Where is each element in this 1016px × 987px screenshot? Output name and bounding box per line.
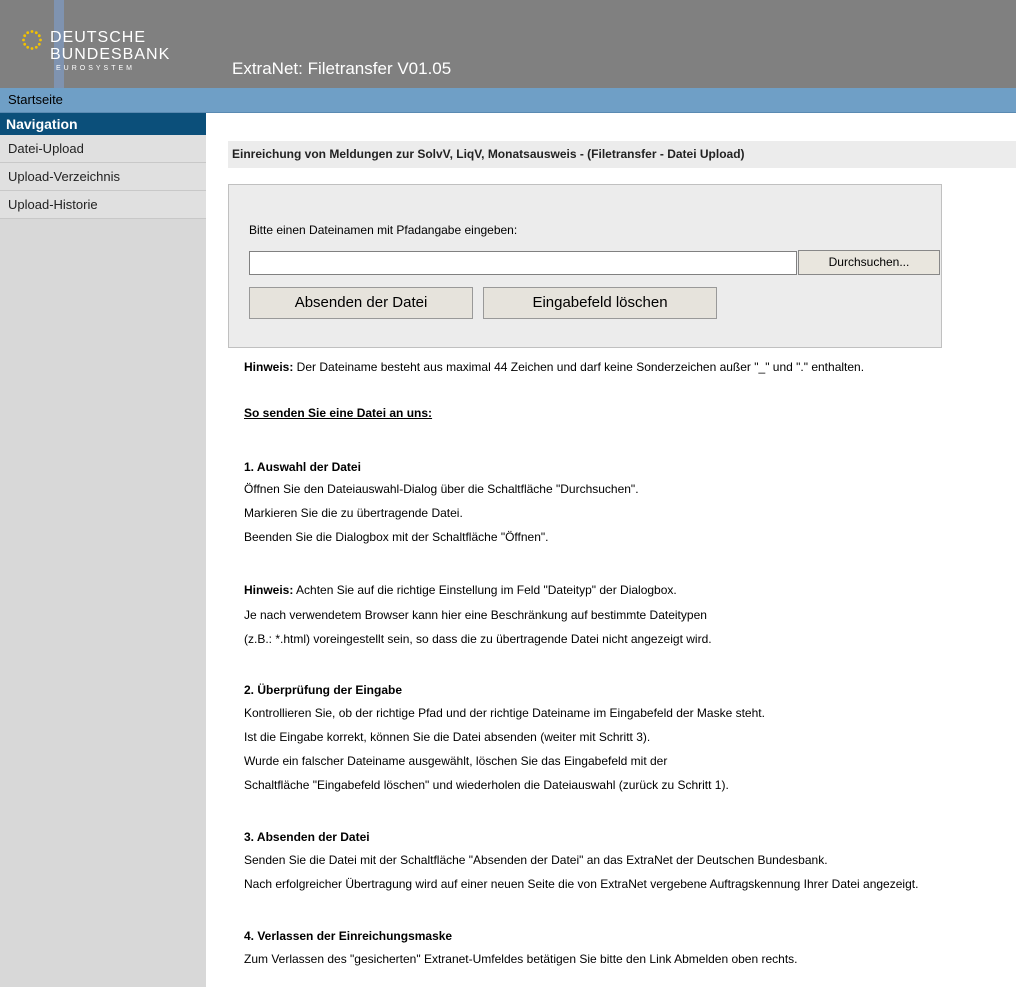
- step2-line: Schaltfläche "Eingabefeld löschen" und w…: [244, 778, 729, 792]
- hinweis-dateityp: Hinweis: Achten Sie auf die richtige Ein…: [244, 582, 677, 598]
- sidebar-item-upload-historie[interactable]: Upload-Historie: [0, 191, 206, 219]
- clear-input-button[interactable]: Eingabefeld löschen: [483, 287, 717, 319]
- step2-line: Wurde ein falscher Dateiname ausgewählt,…: [244, 754, 668, 768]
- step2-line: Ist die Eingabe korrekt, können Sie die …: [244, 730, 651, 744]
- main-content: Einreichung von Meldungen zur SolvV, Liq…: [228, 141, 1016, 966]
- step3-line: Nach erfolgreicher Übertragung wird auf …: [244, 877, 919, 891]
- step1-line: Öffnen Sie den Dateiauswahl-Dialog über …: [244, 482, 639, 496]
- startseite-link[interactable]: Startseite: [8, 92, 63, 107]
- sidebar-item-upload-verzeichnis[interactable]: Upload-Verzeichnis: [0, 163, 206, 191]
- page-title: Einreichung von Meldungen zur SolvV, Liq…: [228, 141, 1016, 168]
- hinweis-label: Hinweis:: [244, 360, 294, 374]
- bundesbank-logo: DEUTSCHE BUNDESBANK EUROSYSTEM: [0, 0, 206, 88]
- file-path-input[interactable]: [249, 251, 797, 275]
- logo-text-bundesbank: BUNDESBANK: [50, 46, 171, 63]
- file-input-label: Bitte einen Dateinamen mit Pfadangabe ei…: [249, 223, 518, 237]
- hinweis-line: Je nach verwendetem Browser kann hier ei…: [244, 608, 707, 622]
- hinweis-text: Achten Sie auf die richtige Einstellung …: [293, 583, 677, 597]
- submit-file-button[interactable]: Absenden der Datei: [249, 287, 473, 319]
- hinweis-line: (z.B.: *.html) voreingestellt sein, so d…: [244, 632, 712, 646]
- hinweis-text: Der Dateiname besteht aus maximal 44 Zei…: [293, 360, 865, 374]
- hinweis-label: Hinweis:: [244, 583, 294, 597]
- step1-line: Markieren Sie die zu übertragende Datei.: [244, 506, 463, 520]
- logo-text-eurosystem: EUROSYSTEM: [56, 65, 136, 72]
- app-title: ExtraNet: Filetransfer V01.05: [232, 59, 452, 78]
- browse-button[interactable]: Durchsuchen...: [798, 250, 940, 275]
- sidebar-heading: Navigation: [0, 113, 206, 135]
- step4-line: Zum Verlassen des "gesicherten" Extranet…: [244, 952, 798, 966]
- step3-line: Senden Sie die Datei mit der Schaltfläch…: [244, 853, 828, 867]
- step1-line: Beenden Sie die Dialogbox mit der Schalt…: [244, 530, 549, 544]
- sidebar-item-datei-upload[interactable]: Datei-Upload: [0, 135, 206, 163]
- step1-heading: 1. Auswahl der Datei: [244, 460, 361, 474]
- sidebar: Navigation Datei-Upload Upload-Verzeichn…: [0, 113, 206, 987]
- upload-form: Bitte einen Dateinamen mit Pfadangabe ei…: [228, 184, 942, 348]
- euro-stars-icon: [22, 30, 42, 50]
- hinweis-filename: Hinweis: Der Dateiname besteht aus maxim…: [244, 359, 864, 375]
- step2-heading: 2. Überprüfung der Eingabe: [244, 683, 403, 697]
- logo-text-deutsche: DEUTSCHE: [50, 29, 147, 46]
- top-nav-bar: Startseite: [0, 88, 1016, 113]
- header: DEUTSCHE BUNDESBANK EUROSYSTEM ExtraNet:…: [0, 0, 1016, 88]
- step4-heading: 4. Verlassen der Einreichungsmaske: [244, 929, 453, 943]
- step3-heading: 3. Absenden der Datei: [244, 830, 370, 844]
- howto-heading: So senden Sie eine Datei an uns:: [244, 406, 433, 420]
- step2-line: Kontrollieren Sie, ob der richtige Pfad …: [244, 706, 765, 720]
